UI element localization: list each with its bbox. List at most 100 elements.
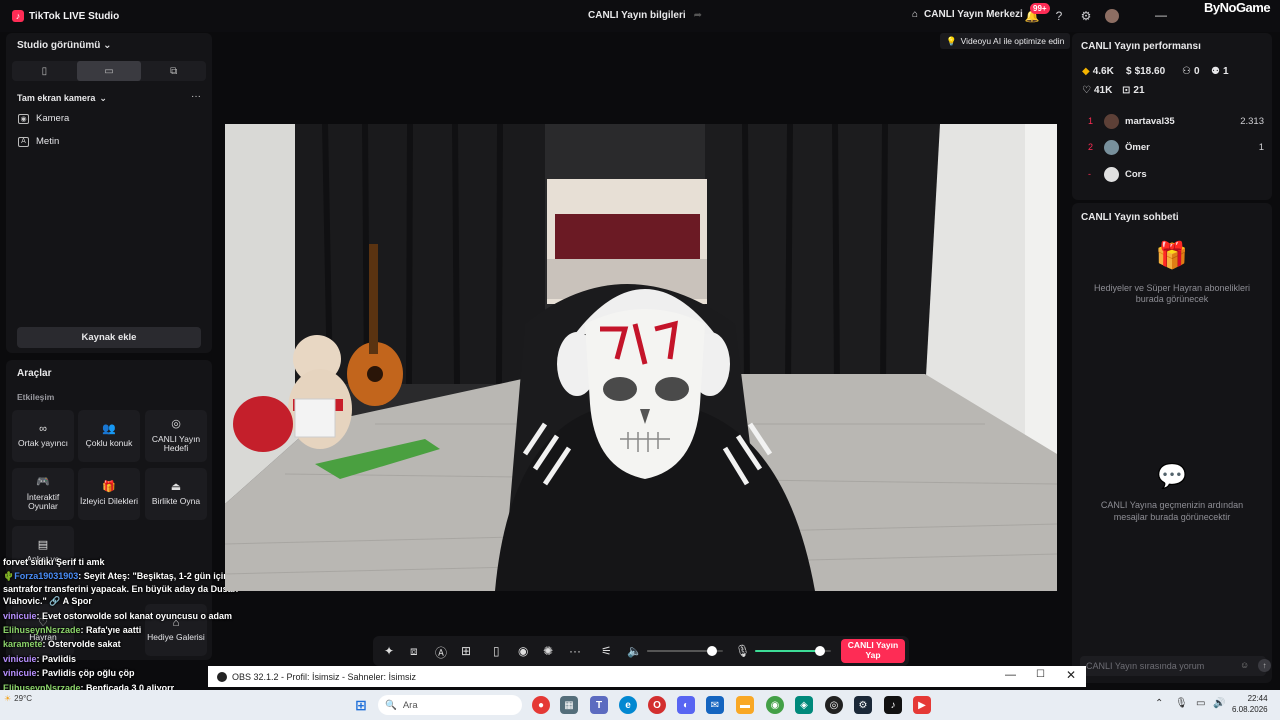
sliders-icon[interactable]: ⚟	[601, 644, 612, 658]
phone-icon[interactable]: ▯	[493, 644, 500, 658]
teams-icon[interactable]: T	[590, 696, 608, 714]
steam-icon[interactable]: ⚙	[854, 696, 872, 714]
rank-user: Ömer	[1125, 141, 1150, 153]
ranking-row[interactable]: 2 Ömer 1	[1088, 138, 1264, 156]
source-camera[interactable]: ◉ Kamera	[18, 113, 69, 124]
magic-wand-icon[interactable]: ✦	[384, 644, 394, 658]
studio-view-dropdown[interactable]: Studio görünümü ⌄	[17, 40, 112, 51]
live-performance-panel: CANLI Yayın performansı ◆ 4.6K $ $18.60 …	[1072, 33, 1272, 200]
obs-taskbar-icon[interactable]: ◎	[825, 696, 843, 714]
weather-text: 29°C	[14, 694, 33, 703]
likes-value: 41K	[1093, 85, 1113, 96]
tool-play-together[interactable]: ⏏ Birlikte Oyna	[145, 468, 207, 520]
weather-widget[interactable]: ☀ 29°C	[4, 694, 32, 703]
chat-message: ElihuseynNsrzade: Rafa'yıe aatti	[3, 625, 142, 636]
source-text[interactable]: A Metin	[18, 136, 59, 147]
close-icon[interactable]: ✕	[1066, 668, 1076, 682]
likes-stat: ♡ 41K	[1082, 85, 1112, 96]
live-chat-panel: CANLI Yayın sohbeti 🎁 Hediyeler ve Süper…	[1072, 203, 1272, 683]
chat-text: Ostervolde sakat	[48, 639, 121, 650]
gifts-value: 21	[1133, 85, 1145, 96]
display-icon[interactable]: ▭	[1196, 698, 1205, 709]
gifts-stat: ⊡ 21	[1122, 85, 1145, 96]
title-bar: ♪ TikTok LIVE Studio CANLI Yayın bilgile…	[0, 0, 1280, 32]
mic-knob[interactable]	[815, 646, 825, 656]
record-icon[interactable]: ◉	[518, 644, 528, 658]
avatar[interactable]	[1105, 9, 1119, 23]
share-icon[interactable]: ➦	[694, 10, 702, 21]
mic-slider[interactable]	[755, 646, 831, 656]
effects-icon[interactable]: ⧈	[410, 644, 418, 659]
more-icon[interactable]: ···	[569, 644, 581, 658]
system-clock[interactable]: 22:44 6.08.2026	[1232, 693, 1268, 715]
tool-multi-guest[interactable]: 👥 Çoklu konuk	[78, 410, 140, 462]
chat-text: Pavlidis çöp oğlu çöp	[42, 668, 135, 679]
tiktok-taskbar-icon[interactable]: ♪	[884, 696, 902, 714]
tool-label: Ortak yayıncı	[17, 438, 69, 449]
opera-icon[interactable]: O	[648, 696, 666, 714]
chat-input[interactable]: CANLI Yayın sırasında yorum ☺ ↑	[1080, 656, 1271, 676]
more-icon[interactable]: ···	[191, 91, 201, 102]
landscape-button[interactable]: ▭	[76, 61, 142, 81]
edge-icon[interactable]: e	[619, 696, 637, 714]
diamond-icon: ◆	[1082, 66, 1090, 77]
ai-icon[interactable]: Ⓐ	[435, 644, 447, 661]
emoji-icon[interactable]: ☺	[1240, 660, 1249, 670]
obs-window-titlebar[interactable]: OBS 32.1.2 - Profil: İsimsiz - Sahneler:…	[208, 666, 1086, 687]
folder-icon[interactable]: ▬	[736, 696, 754, 714]
volume-knob[interactable]	[707, 646, 717, 656]
rank-score: 2.313	[1240, 115, 1264, 127]
tool-interactive-games[interactable]: 🎮 İnteraktif Oyunlar	[12, 468, 74, 520]
obs-title: OBS 32.1.2 - Profil: İsimsiz - Sahneler:…	[232, 671, 417, 682]
youtube-icon[interactable]: ▶	[913, 696, 931, 714]
taskbar-search[interactable]: 🔍 Ara	[378, 695, 522, 715]
speaker-icon[interactable]: 🔈	[627, 644, 642, 658]
dual-button[interactable]: ⧉	[141, 61, 206, 81]
weather-icon: ☀	[4, 694, 12, 703]
tool-label: İzleyici Dilekleri	[79, 496, 139, 507]
send-icon[interactable]: ↑	[1258, 659, 1271, 672]
tool-viewer-wishes[interactable]: 🎁 İzleyici Dilekleri	[78, 468, 140, 520]
rank-score: 1	[1258, 141, 1264, 153]
ai-optimize-label: Videoyu AI ile optimize edin	[960, 36, 1065, 46]
chevron-up-icon[interactable]: ⌃	[1155, 698, 1163, 709]
scene-label: Tam ekran kamera	[17, 93, 96, 103]
store-icon[interactable]: ▦	[560, 696, 578, 714]
chrome-alt-icon[interactable]: ◉	[766, 696, 784, 714]
chat-text: Rafa'yıe aatti	[86, 625, 142, 636]
minimize-icon[interactable]: —	[1005, 669, 1016, 681]
avatar	[1104, 166, 1119, 182]
app-icon[interactable]: ◈	[795, 696, 813, 714]
link-icon: ∞	[39, 422, 47, 435]
discord-icon[interactable]: ◐	[677, 696, 695, 714]
portrait-button[interactable]: ▯	[12, 61, 77, 81]
help-icon[interactable]: ?	[1051, 8, 1067, 24]
scene-dropdown[interactable]: Tam ekran kamera ⌄	[17, 93, 107, 104]
live-info-link[interactable]: CANLI Yayın bilgileri ➦	[588, 10, 702, 21]
avatar	[1104, 113, 1119, 129]
settings-gear-icon[interactable]: ✺	[543, 644, 553, 658]
windows-start-icon[interactable]: ⊞	[352, 696, 370, 714]
microphone-icon[interactable]: 🎙	[735, 644, 750, 658]
add-source-button[interactable]: Kaynak ekle	[17, 327, 201, 348]
mail-icon[interactable]: ✉	[706, 696, 724, 714]
mic-tray-icon[interactable]: 🎙	[1175, 698, 1188, 709]
ai-optimize-button[interactable]: 💡 Videoyu AI ile optimize edin	[940, 33, 1071, 49]
maximize-icon[interactable]: ☐	[1036, 669, 1045, 680]
diamonds-stat: ◆ 4.6K	[1082, 66, 1114, 77]
gear-icon[interactable]: ⚙	[1078, 8, 1094, 24]
avatar	[1104, 139, 1119, 155]
minimize-icon[interactable]: —	[1155, 8, 1167, 22]
screen-share-icon[interactable]: ⊞	[461, 644, 471, 658]
chrome-icon[interactable]: ●	[532, 696, 550, 714]
tool-co-host[interactable]: ∞ Ortak yayıncı	[12, 410, 74, 462]
live-center-link[interactable]: ⌂ CANLI Yayın Merkezi	[912, 9, 1023, 20]
go-live-button[interactable]: CANLI Yayın Yap	[841, 639, 905, 663]
speaker-tray-icon[interactable]: 🔊	[1213, 698, 1225, 709]
users-icon: 👥	[102, 422, 116, 435]
volume-slider[interactable]	[647, 646, 723, 656]
tool-live-goal[interactable]: ◎ CANLI Yayın Hedefi	[145, 410, 207, 462]
chat-user: karamete	[3, 639, 43, 650]
ranking-row[interactable]: - Cors	[1088, 165, 1264, 183]
ranking-row[interactable]: 1 martaval35 2.313	[1088, 112, 1264, 130]
